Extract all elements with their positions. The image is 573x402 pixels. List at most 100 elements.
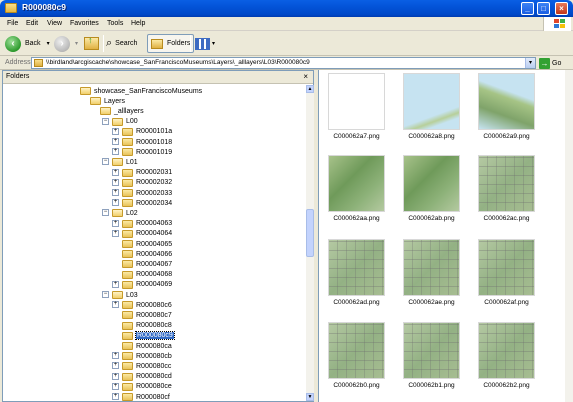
folder-icon: [122, 372, 133, 381]
tree-item[interactable]: + R0000101a: [112, 127, 172, 137]
folder-icon: [122, 168, 133, 177]
content-scrollbar[interactable]: [565, 70, 573, 402]
tree-item[interactable]: R00004068: [122, 270, 172, 280]
tree-item[interactable]: R00004066: [122, 249, 172, 259]
address-dropdown-button[interactable]: ▾: [525, 58, 535, 68]
menu-help[interactable]: Help: [131, 20, 145, 27]
collapse-icon[interactable]: −: [102, 209, 109, 217]
file-thumbnail[interactable]: [403, 322, 460, 379]
address-input[interactable]: \\birdland\arcgiscache\showcase_SanFranc…: [31, 57, 536, 69]
tree-item[interactable]: _alllayers: [100, 106, 144, 116]
tree-item[interactable]: R000080c8: [122, 321, 172, 331]
file-name-label: C000062b0.png: [333, 382, 380, 389]
views-button[interactable]: ▾: [195, 34, 215, 53]
tree-item[interactable]: R000080c7: [122, 310, 172, 320]
file-name-label: C000062ac.png: [483, 215, 530, 222]
expand-icon[interactable]: +: [112, 372, 119, 380]
scroll-up-button[interactable]: ▲: [306, 85, 314, 93]
folders-scrollbar[interactable]: ▲ ▼: [306, 85, 314, 401]
expand-icon[interactable]: +: [112, 229, 119, 237]
expand-icon[interactable]: +: [112, 189, 119, 196]
file-thumbnail[interactable]: [328, 73, 385, 130]
menu-tools[interactable]: Tools: [107, 20, 123, 27]
expand-icon[interactable]: +: [112, 352, 119, 360]
expand-icon[interactable]: +: [112, 127, 119, 135]
file-thumbnail[interactable]: [403, 239, 460, 296]
file-thumbnail[interactable]: [478, 322, 535, 379]
tree-item-label: L03: [126, 291, 138, 299]
file-name-label: C000062ab.png: [408, 215, 455, 222]
file-thumbnail[interactable]: [328, 155, 385, 212]
menu-edit[interactable]: Edit: [26, 20, 38, 27]
scroll-down-button[interactable]: ▼: [306, 393, 314, 401]
tree-item[interactable]: + R00002034: [112, 198, 172, 208]
menu-file[interactable]: File: [7, 20, 18, 27]
tree-item[interactable]: − L01: [102, 157, 138, 167]
collapse-icon[interactable]: −: [102, 158, 109, 166]
up-folder-button[interactable]: ↑: [84, 34, 99, 53]
expand-icon[interactable]: +: [112, 138, 119, 145]
expand-icon[interactable]: +: [112, 148, 119, 156]
tree-item[interactable]: + R00002031: [112, 168, 172, 178]
tree-item[interactable]: R00004067: [122, 259, 172, 269]
file-thumbnail[interactable]: [328, 239, 385, 296]
tree-item[interactable]: + R000080cb: [112, 351, 172, 361]
go-button[interactable]: → Go: [539, 57, 561, 69]
search-icon: ⌕: [106, 37, 113, 49]
close-button[interactable]: ×: [555, 2, 568, 15]
back-button[interactable]: ‹ Back ▾: [5, 34, 50, 53]
tree-item[interactable]: + R00002032: [112, 178, 172, 188]
tree-item[interactable]: + R00004063: [112, 219, 172, 229]
folders-label: Folders: [167, 40, 191, 47]
expand-icon[interactable]: +: [112, 362, 119, 370]
collapse-icon[interactable]: −: [102, 291, 109, 298]
tree-item[interactable]: − L02: [102, 208, 138, 218]
expand-icon[interactable]: +: [112, 219, 119, 227]
tree-item-label: R00001019: [136, 148, 173, 156]
file-name-label: C000062af.png: [484, 299, 529, 306]
tree-item[interactable]: R00004065: [122, 239, 172, 249]
expand-icon[interactable]: +: [112, 382, 119, 390]
folders-button[interactable]: Folders: [147, 34, 195, 53]
folder-icon: [122, 127, 133, 136]
tree-item[interactable]: + R00004064: [112, 229, 172, 239]
expand-icon[interactable]: +: [112, 280, 119, 288]
file-thumbnail[interactable]: [403, 155, 460, 212]
expand-icon[interactable]: +: [112, 301, 119, 309]
close-icon[interactable]: ×: [303, 72, 308, 81]
expand-icon[interactable]: +: [112, 178, 119, 186]
menu-view[interactable]: View: [47, 20, 62, 27]
tree-item[interactable]: + R000080cc: [112, 361, 171, 371]
tree-item[interactable]: − L03: [102, 290, 138, 300]
tree-item[interactable]: + R000080cd: [112, 372, 172, 382]
expand-icon[interactable]: +: [112, 199, 119, 207]
tree-item[interactable]: R000080ca: [122, 341, 172, 351]
maximize-button[interactable]: □: [537, 2, 550, 15]
tree-item[interactable]: showcase_SanFranciscoMuseums: [80, 86, 202, 96]
file-thumbnail[interactable]: [478, 73, 535, 130]
file-thumbnail[interactable]: [328, 322, 385, 379]
tree-item[interactable]: + R000080cf: [112, 392, 170, 402]
file-thumbnail[interactable]: [403, 73, 460, 130]
tree-item[interactable]: + R00004069: [112, 280, 172, 290]
tree-item[interactable]: R000080c9: [122, 331, 175, 341]
expand-icon[interactable]: +: [112, 168, 119, 176]
tree-item[interactable]: + R00001018: [112, 137, 172, 147]
forward-button[interactable]: › ▾: [54, 34, 78, 53]
tree-item[interactable]: + R00002033: [112, 188, 172, 198]
file-name-label: C000062ae.png: [408, 299, 455, 306]
tree-item[interactable]: + R000080ce: [112, 382, 172, 392]
expand-icon[interactable]: +: [112, 393, 119, 400]
collapse-icon[interactable]: −: [102, 117, 109, 125]
minimize-button[interactable]: _: [521, 2, 534, 15]
tree-item[interactable]: − L00: [102, 117, 138, 127]
search-button[interactable]: ⌕ Search: [106, 34, 137, 53]
menu-favorites[interactable]: Favorites: [70, 20, 99, 27]
file-thumbnail[interactable]: [478, 155, 535, 212]
tree-item[interactable]: + R00001019: [112, 147, 173, 157]
file-thumbnail[interactable]: [478, 239, 535, 296]
folder-icon: [112, 158, 123, 167]
tree-item[interactable]: Layers: [90, 96, 125, 106]
scroll-thumb[interactable]: [306, 209, 314, 257]
tree-item[interactable]: + R000080c6: [112, 300, 172, 310]
